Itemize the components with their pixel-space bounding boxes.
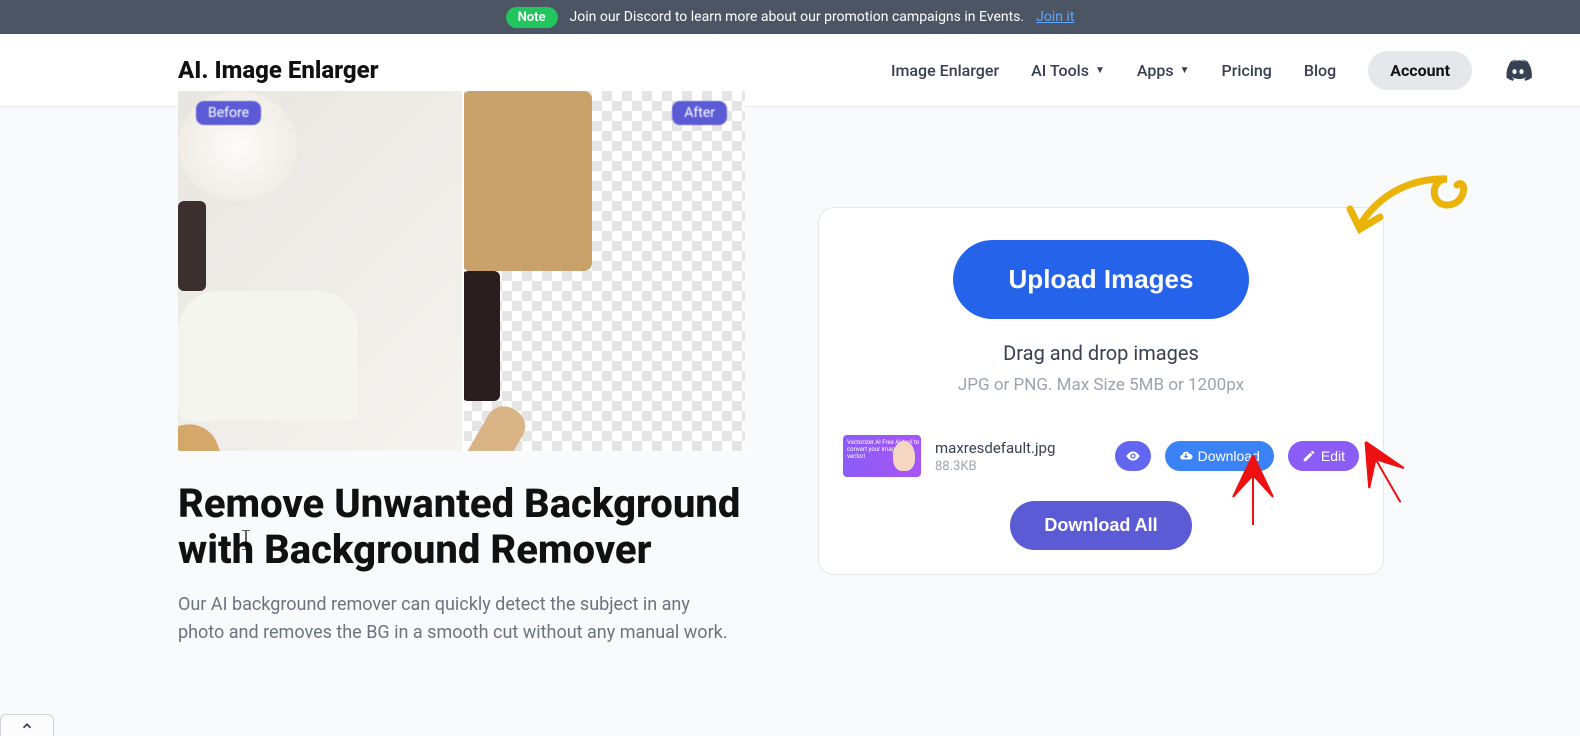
nav-blog[interactable]: Blog xyxy=(1304,61,1336,80)
nav-ai-tools[interactable]: AI Tools ▼ xyxy=(1031,61,1105,80)
preview-button[interactable] xyxy=(1115,441,1151,471)
nav-pricing[interactable]: Pricing xyxy=(1222,61,1272,80)
before-badge: Before xyxy=(196,101,261,125)
main: Before After Remove Unwanted Background … xyxy=(0,107,1580,647)
after-badge: After xyxy=(672,101,727,125)
chevron-up-icon xyxy=(20,719,34,733)
eye-icon xyxy=(1125,448,1141,464)
drag-drop-text: Drag and drop images xyxy=(843,341,1359,365)
note-pill: Note xyxy=(506,7,558,28)
nav-ai-tools-label: AI Tools xyxy=(1031,61,1089,80)
upload-card: Upload Images Drag and drop images JPG o… xyxy=(818,207,1384,575)
file-thumbnail[interactable]: Vectorizer.AI Free AI tool to convert yo… xyxy=(843,435,921,477)
account-button[interactable]: Account xyxy=(1368,51,1472,90)
file-name: maxresdefault.jpg xyxy=(935,439,1101,457)
before-image xyxy=(178,91,462,451)
edit-icon xyxy=(1302,449,1316,463)
nav-apps-label: Apps xyxy=(1137,61,1174,80)
before-after-compare[interactable]: Before After xyxy=(178,91,745,451)
logo[interactable]: AI. Image Enlarger xyxy=(178,56,379,84)
edit-label: Edit xyxy=(1321,448,1345,464)
file-size: 88.3KB xyxy=(935,459,1101,474)
file-row: Vectorizer.AI Free AI tool to convert yo… xyxy=(843,435,1359,477)
text-cursor-icon xyxy=(242,530,250,550)
annotation-arrow-download xyxy=(1228,455,1278,525)
page-description: Our AI background remover can quickly de… xyxy=(178,591,728,647)
scroll-to-top-tab[interactable] xyxy=(0,714,54,736)
discord-icon[interactable] xyxy=(1504,56,1532,84)
nav: Image Enlarger AI Tools ▼ Apps ▼ Pricing… xyxy=(891,51,1532,90)
promo-banner: Note Join our Discord to learn more abou… xyxy=(0,0,1580,34)
upload-hint: JPG or PNG. Max Size 5MB or 1200px xyxy=(843,375,1359,395)
chevron-down-icon: ▼ xyxy=(1095,65,1105,76)
download-all-button[interactable]: Download All xyxy=(1010,501,1191,550)
page-heading: Remove Unwanted Background with Backgrou… xyxy=(178,481,778,573)
file-info: maxresdefault.jpg 88.3KB xyxy=(935,439,1101,474)
upload-images-button[interactable]: Upload Images xyxy=(953,240,1250,319)
nav-image-enlarger[interactable]: Image Enlarger xyxy=(891,61,999,80)
curly-arrow-icon xyxy=(1342,167,1472,257)
banner-text: Join our Discord to learn more about our… xyxy=(570,9,1025,25)
nav-apps[interactable]: Apps ▼ xyxy=(1137,61,1190,80)
after-image xyxy=(462,91,746,451)
right-column: Upload Images Drag and drop images JPG o… xyxy=(818,107,1532,647)
chevron-down-icon: ▼ xyxy=(1180,65,1190,76)
join-link[interactable]: Join it xyxy=(1036,9,1074,25)
compare-slider[interactable] xyxy=(462,91,464,451)
cloud-download-icon xyxy=(1179,449,1193,463)
left-column: Before After Remove Unwanted Background … xyxy=(178,107,778,647)
